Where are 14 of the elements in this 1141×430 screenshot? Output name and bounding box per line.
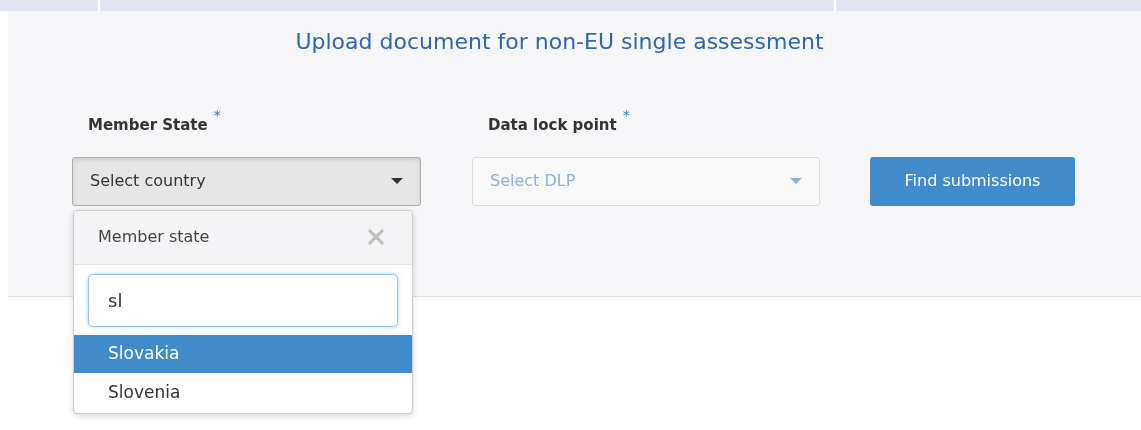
dropdown-header: Member state xyxy=(98,226,210,248)
close-icon[interactable] xyxy=(366,227,386,247)
page-title: Upload document for non-EU single assessment xyxy=(295,28,824,56)
select-field[interactable]: Select country xyxy=(72,156,421,206)
field-label: Member State xyxy=(88,115,208,136)
dropdown-option[interactable]: Slovenia xyxy=(74,372,412,413)
dropdown-option[interactable]: Slovakia xyxy=(74,334,412,373)
caret-icon xyxy=(790,178,802,184)
required-mark: * xyxy=(622,108,630,122)
search-field[interactable]: sl xyxy=(88,273,398,327)
find-submissions-button[interactable]: Find submissions xyxy=(870,156,1075,206)
field-label: Data lock point xyxy=(488,115,617,136)
required-mark: * xyxy=(213,108,221,122)
caret-icon xyxy=(391,178,403,184)
